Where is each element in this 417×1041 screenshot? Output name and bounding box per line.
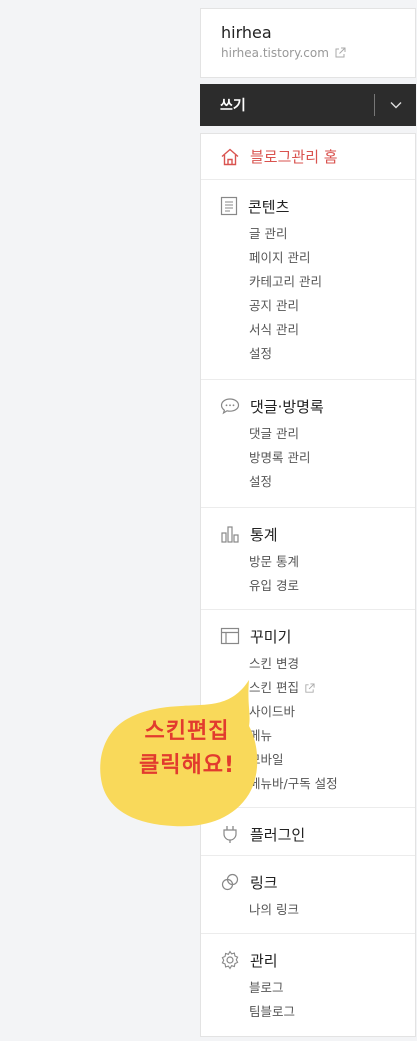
blog-url[interactable]: hirhea.tistory.com [221, 46, 329, 60]
section-stats: 통계 방문 통계 유입 경로 [201, 508, 415, 610]
section-links-header[interactable]: 링크 [220, 872, 415, 892]
menu-item-menubar-subscribe[interactable]: 메뉴바/구독 설정 [249, 772, 415, 796]
section-manage-header[interactable]: 관리 [220, 950, 415, 970]
section-plugins-title: 플러그인 [250, 825, 306, 844]
section-manage: 관리 블로그 팀블로그 [201, 934, 415, 1034]
blog-card: hirhea hirhea.tistory.com [200, 8, 416, 78]
menu-home-label[interactable]: 블로그관리 홈 [250, 146, 338, 167]
section-plugins-header[interactable]: 플러그인 [220, 824, 415, 844]
section-design-title: 꾸미기 [250, 627, 292, 646]
menu-item-team-blog[interactable]: 팀블로그 [249, 1000, 415, 1024]
annotation-line-1: 스킨편집 [144, 719, 230, 744]
admin-menu: 블로그관리 홈 콘텐츠 글 관리 페이지 관리 카테고리 관리 공지 관리 서식… [200, 133, 416, 1037]
menu-item-skin-change[interactable]: 스킨 변경 [249, 652, 415, 676]
write-button[interactable]: 쓰기 [200, 95, 374, 115]
menu-item-referrers[interactable]: 유입 경로 [249, 574, 415, 598]
section-stats-header[interactable]: 통계 [220, 524, 415, 544]
home-icon [221, 148, 239, 165]
section-manage-title: 관리 [250, 951, 278, 970]
menu-item-comments-settings[interactable]: 설정 [249, 470, 415, 494]
blog-url-row[interactable]: hirhea.tistory.com [221, 46, 395, 60]
link-icon [221, 873, 239, 891]
document-icon [220, 196, 238, 216]
menu-item-notices[interactable]: 공지 관리 [249, 294, 415, 318]
section-contents-title: 콘텐츠 [248, 197, 290, 216]
external-link-icon [305, 682, 315, 693]
write-toggle-button[interactable] [375, 84, 416, 126]
section-contents-header[interactable]: 콘텐츠 [220, 196, 415, 216]
section-comments-list: 댓글 관리 방명록 관리 설정 [220, 422, 415, 494]
menu-item-posts[interactable]: 글 관리 [249, 222, 415, 246]
menu-item-menu[interactable]: 메뉴 [249, 724, 415, 748]
annotation-text: 스킨편집 클릭해요! [112, 715, 262, 783]
section-links-title: 링크 [250, 873, 278, 892]
menu-item-skin-edit[interactable]: 스킨 편집 [249, 676, 415, 700]
section-stats-list: 방문 통계 유입 경로 [220, 550, 415, 598]
section-manage-list: 블로그 팀블로그 [220, 976, 415, 1024]
external-link-icon[interactable] [334, 47, 346, 59]
plug-icon [223, 826, 237, 843]
menu-item-mobile[interactable]: 모바일 [249, 748, 415, 772]
menu-item-comments[interactable]: 댓글 관리 [249, 422, 415, 446]
menu-item-my-links[interactable]: 나의 링크 [249, 898, 415, 922]
section-comments: 댓글·방명록 댓글 관리 방명록 관리 설정 [201, 380, 415, 508]
section-links: 링크 나의 링크 [201, 856, 415, 934]
menu-item-templates[interactable]: 서식 관리 [249, 318, 415, 342]
menu-item-categories[interactable]: 카테고리 관리 [249, 270, 415, 294]
section-stats-title: 통계 [250, 525, 278, 544]
layout-icon [220, 627, 240, 645]
chevron-down-icon [390, 102, 401, 109]
menu-item-visit-stats[interactable]: 방문 통계 [249, 550, 415, 574]
menu-item-sidebar[interactable]: 사이드바 [249, 700, 415, 724]
menu-item-contents-settings[interactable]: 설정 [249, 342, 415, 366]
section-links-list: 나의 링크 [220, 898, 415, 922]
menu-item-blog[interactable]: 블로그 [249, 976, 415, 1000]
gear-icon [221, 950, 239, 970]
section-contents: 콘텐츠 글 관리 페이지 관리 카테고리 관리 공지 관리 서식 관리 설정 [201, 180, 415, 380]
blog-name[interactable]: hirhea [221, 22, 395, 44]
section-contents-list: 글 관리 페이지 관리 카테고리 관리 공지 관리 서식 관리 설정 [220, 222, 415, 366]
section-design-header[interactable]: 꾸미기 [220, 626, 415, 646]
menu-home-link[interactable]: 블로그관리 홈 [201, 134, 415, 180]
menu-item-skin-edit-label[interactable]: 스킨 편집 [249, 676, 299, 700]
write-bar: 쓰기 [200, 84, 416, 126]
section-plugins: 플러그인 [201, 808, 415, 856]
section-comments-title: 댓글·방명록 [250, 397, 324, 416]
bar-chart-icon [221, 526, 239, 543]
annotation-line-2: 클릭해요! [139, 753, 235, 778]
section-comments-header[interactable]: 댓글·방명록 [220, 396, 415, 416]
menu-item-guestbook[interactable]: 방명록 관리 [249, 446, 415, 470]
menu-item-pages[interactable]: 페이지 관리 [249, 246, 415, 270]
comment-icon [220, 398, 240, 415]
